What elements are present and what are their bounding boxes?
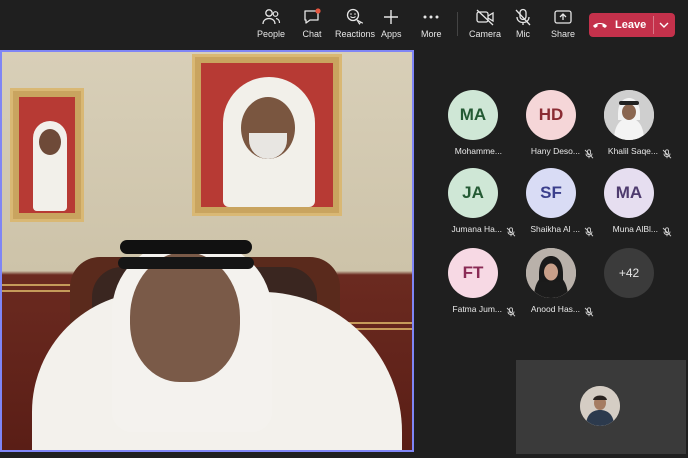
participant-avatar: HD — [526, 90, 576, 140]
participant-photo — [526, 248, 576, 298]
chat-button[interactable]: Chat — [302, 8, 322, 44]
participant-name: Hany Deso... — [530, 146, 580, 156]
camera-label: Camera — [469, 29, 502, 39]
plus-icon — [381, 8, 401, 26]
participant-name: Fatma Jum... — [452, 304, 502, 314]
participant-tile[interactable]: HD Hany Deso... — [510, 90, 594, 166]
more-dots-icon — [421, 8, 441, 26]
participant-name: Anood Has... — [530, 304, 580, 314]
wall-portrait-right — [192, 54, 342, 216]
wall-portrait-left — [10, 88, 84, 222]
participant-tile[interactable]: SF Shaikha Al ... — [510, 168, 594, 244]
camera-off-icon — [475, 8, 495, 26]
share-label: Share — [551, 29, 576, 39]
participant-tile[interactable]: Anood Has... — [510, 248, 594, 324]
more-label: More — [421, 29, 442, 39]
participant-photo — [604, 90, 654, 140]
participant-tile[interactable]: MA Mohamme... — [432, 90, 516, 166]
leave-label: Leave — [615, 19, 647, 31]
chevron-down-icon[interactable] — [653, 13, 675, 37]
more-participants-count: +42 — [604, 248, 654, 298]
chat-label: Chat — [302, 29, 322, 39]
participant-tile[interactable]: MA Muna AlBl... — [588, 168, 672, 244]
apps-button[interactable]: Apps — [381, 8, 402, 44]
reactions-label: Reactions — [335, 29, 376, 39]
participant-tile[interactable]: JA Jumana Ha... — [432, 168, 516, 244]
mic-button[interactable]: Mic — [513, 8, 533, 44]
participant-name: Khalil Saqe... — [607, 146, 658, 156]
toolbar-divider — [457, 12, 458, 36]
people-label: People — [257, 29, 286, 39]
portrait-image — [19, 97, 75, 213]
participant-name: Jumana Ha... — [451, 224, 502, 234]
leave-button[interactable]: Leave — [589, 13, 675, 37]
wall-trim — [2, 284, 72, 292]
meeting-toolbar: People Chat Reactions Apps More Camera M… — [0, 0, 688, 48]
self-view[interactable] — [516, 360, 686, 454]
participant-tile[interactable]: FT Fatma Jum... — [432, 248, 516, 324]
speaker-agal — [118, 257, 254, 269]
participant-avatar: MA — [448, 90, 498, 140]
participant-avatar: FT — [448, 248, 498, 298]
participant-avatar: SF — [526, 168, 576, 218]
participant-name: Mohamme... — [454, 146, 502, 156]
speaker-agal — [120, 240, 252, 254]
mic-label: Mic — [516, 29, 530, 39]
speaker-face — [130, 252, 240, 382]
participant-tile[interactable]: Khalil Saqe... — [588, 90, 672, 166]
reactions-button[interactable]: Reactions — [335, 8, 375, 44]
people-icon — [261, 8, 281, 26]
portrait-image — [201, 63, 333, 207]
participant-avatar: MA — [604, 168, 654, 218]
more-button[interactable]: More — [421, 8, 442, 44]
participant-avatar: JA — [448, 168, 498, 218]
active-speaker-video[interactable] — [0, 50, 414, 452]
camera-button[interactable]: Camera — [469, 8, 501, 44]
mic-off-icon — [513, 8, 533, 26]
phone-hangup-icon — [589, 13, 611, 37]
self-avatar — [580, 386, 620, 426]
chat-icon — [302, 8, 322, 26]
apps-label: Apps — [381, 29, 402, 39]
more-participants-tile[interactable]: +42 — [588, 248, 672, 324]
mic-muted-icon — [662, 146, 672, 159]
people-button[interactable]: People — [257, 8, 285, 44]
mic-muted-icon — [662, 224, 672, 237]
participant-name: Muna AlBl... — [612, 224, 658, 234]
reactions-icon — [345, 8, 365, 26]
share-screen-icon — [553, 8, 573, 26]
share-button[interactable]: Share — [551, 8, 575, 44]
participant-name: Shaikha Al ... — [530, 224, 580, 234]
